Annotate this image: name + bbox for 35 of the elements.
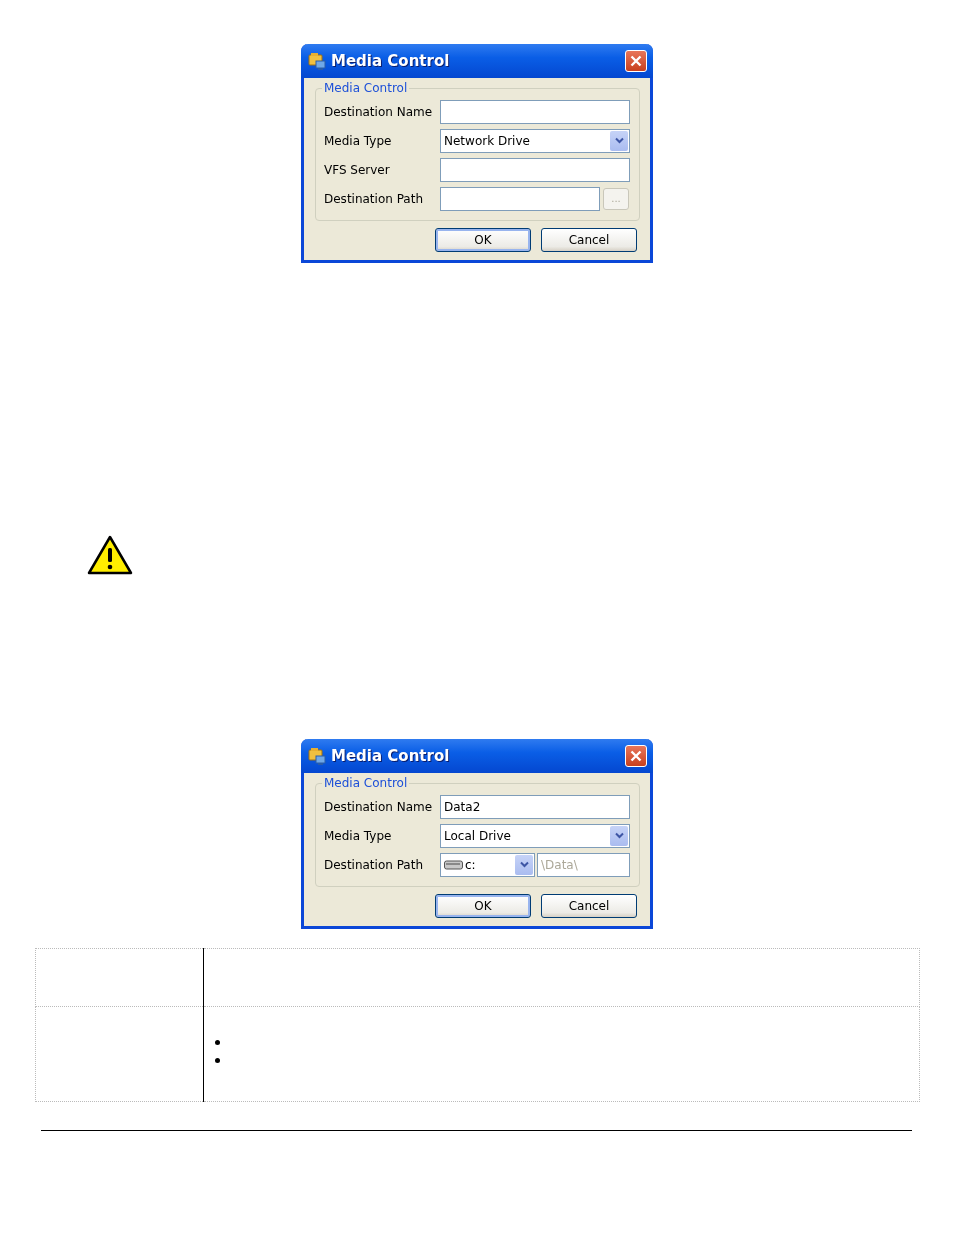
ok-button[interactable]: OK [435,894,531,918]
folder-computer-icon [308,52,327,70]
close-icon [630,55,642,67]
group-title: Media Control [323,776,409,790]
bullet-icon [215,1058,220,1063]
field-label: VFS Server [324,162,391,177]
field-label: Destination Path [324,191,425,206]
field-label: Media Type [324,828,393,843]
dropdown-value: Network Drive [444,133,531,148]
field-label: Destination Name [324,104,434,119]
close-button[interactable] [625,50,647,72]
folder-computer-icon [308,747,327,765]
dropdown-field[interactable]: Local Drive [440,823,630,848]
close-button[interactable] [625,745,647,767]
cancel-button[interactable]: Cancel [541,894,637,918]
ok-button[interactable]: OK [435,228,531,252]
group-title: Media Control [323,81,409,95]
field-label: Media Type [324,133,393,148]
field-label: Destination Path [324,857,425,872]
cancel-button[interactable]: Cancel [541,228,637,252]
window-title: Media Control [331,747,451,765]
close-icon [630,750,642,762]
drive-icon [444,859,463,870]
bullet-icon [215,1040,220,1045]
warning-icon [87,535,133,575]
drive-value: c: [465,857,477,872]
text-field[interactable] [440,157,630,182]
drive-dropdown[interactable]: c: [440,852,535,877]
text-field[interactable] [440,186,600,211]
field-label: Destination Name [324,799,434,814]
window-title: Media Control [331,52,451,70]
dropdown-value: Local Drive [444,828,512,843]
text-field[interactable] [440,99,630,124]
text-field[interactable]: Data2 [440,794,630,819]
dropdown-field[interactable]: Network Drive [440,128,630,153]
